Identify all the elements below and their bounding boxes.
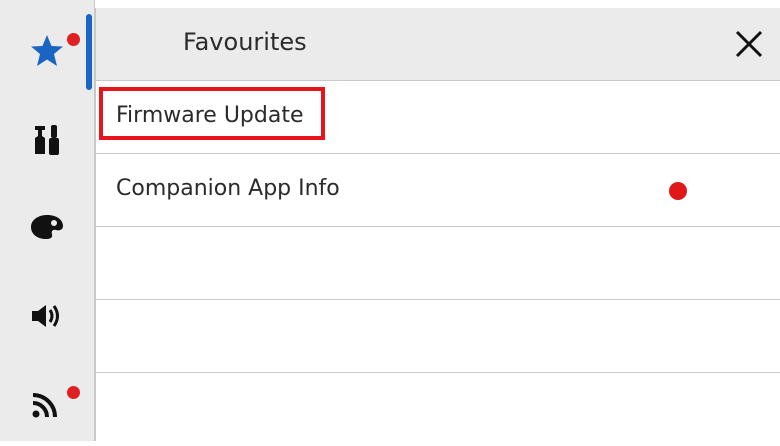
close-icon [735,30,763,58]
sidebar-item-display[interactable] [0,192,94,262]
sidebar [0,0,95,441]
list-item [96,373,780,446]
list-item-firmware-update[interactable]: Firmware Update [96,81,780,154]
sidebar-item-favourites[interactable] [0,16,94,86]
sidebar-item-sound[interactable] [0,281,94,351]
close-button[interactable] [731,26,767,62]
star-icon [31,35,63,66]
speaker-icon [32,305,59,327]
notification-dot [669,182,687,200]
palette-icon [31,215,63,239]
list-item-label: Companion App Info [116,176,340,201]
notification-dot [67,386,80,399]
notification-dot [67,33,80,46]
list-item-companion-app-info[interactable]: Companion App Info [96,154,780,227]
list-item [96,227,780,300]
wifi-signal-icon [32,393,57,418]
favourites-panel: Favourites Firmware Update Companion App… [95,8,780,441]
panel-title: Favourites [183,28,307,56]
list-item-label: Firmware Update [116,103,304,128]
sidebar-item-connectivity[interactable] [0,368,94,438]
sidebar-item-tools[interactable] [0,105,94,175]
list-item [96,300,780,373]
tools-icon [35,125,59,155]
panel-header: Favourites [96,8,780,81]
